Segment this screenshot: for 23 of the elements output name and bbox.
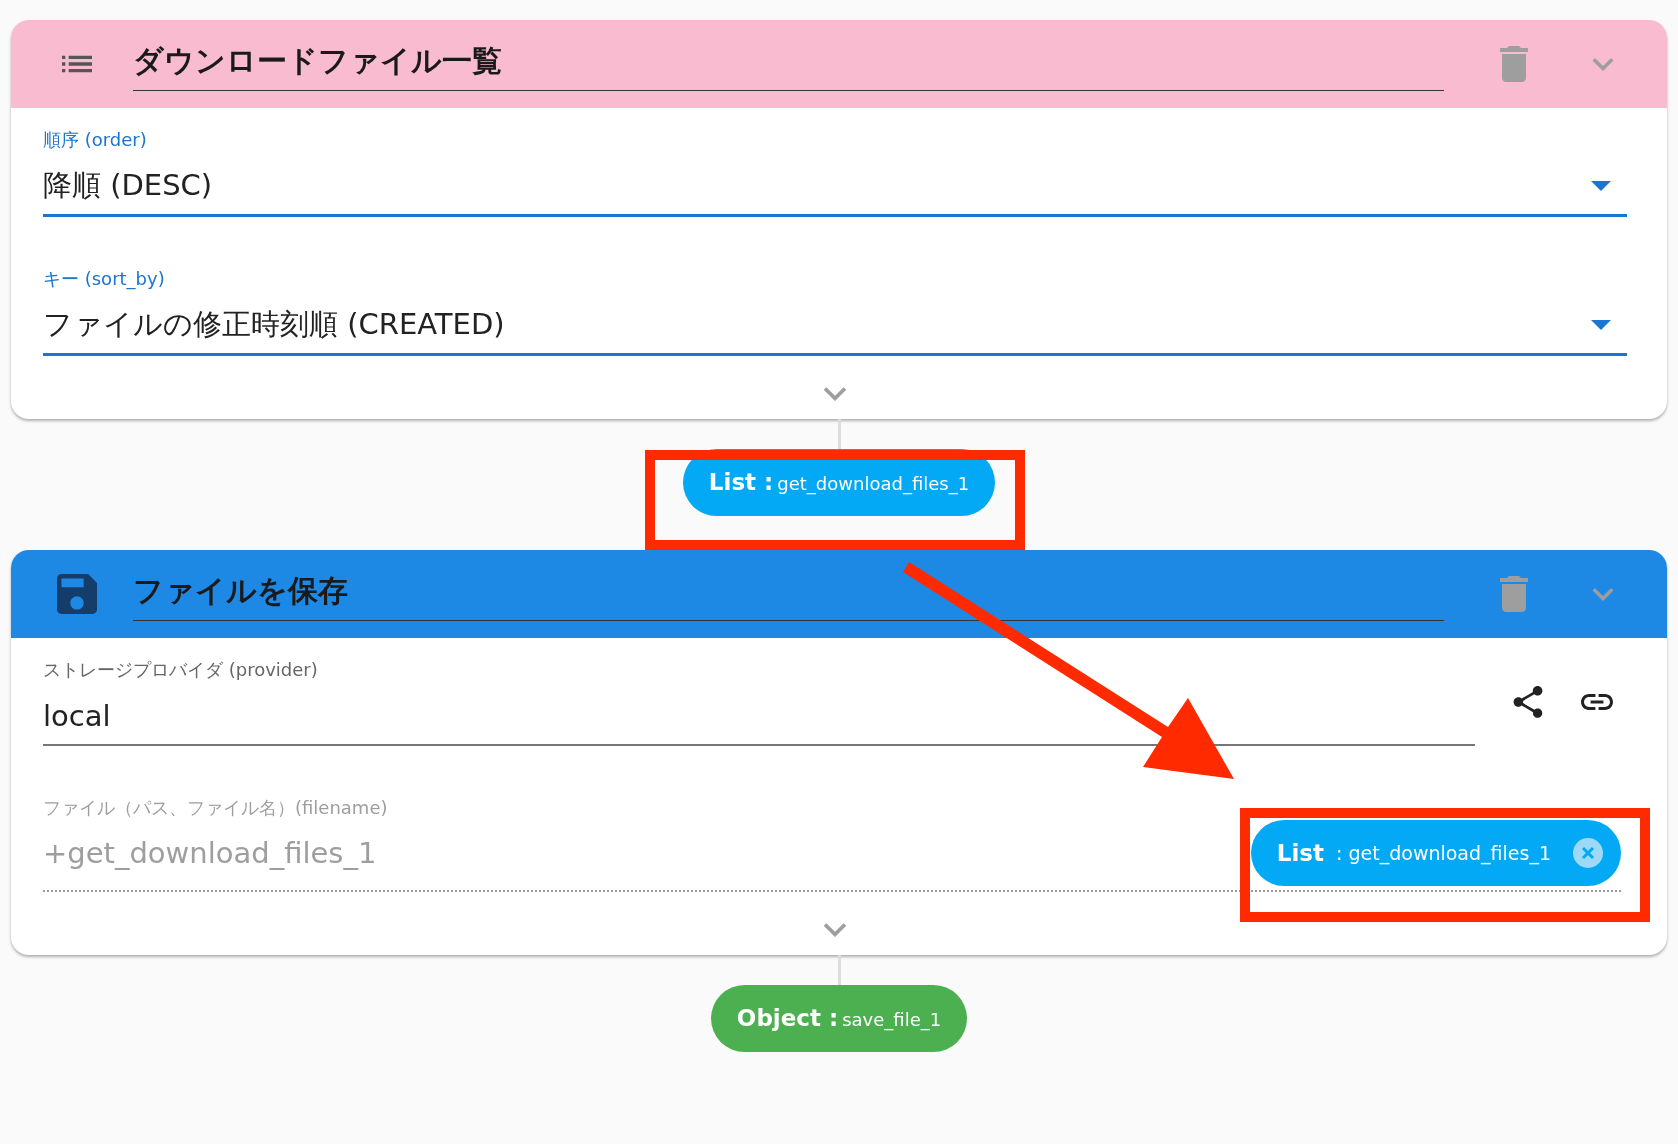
- chevron-down-icon[interactable]: [1592, 57, 1614, 71]
- chevron-down-icon[interactable]: [1592, 587, 1614, 601]
- field-label: 順序 (order): [43, 128, 148, 152]
- link-icon[interactable]: [1581, 694, 1613, 710]
- chip-name: : get_download_files_1: [1336, 842, 1551, 864]
- variable-chip[interactable]: List : get_download_files_1: [1250, 820, 1621, 886]
- select-field[interactable]: キー (sort_by) ファイルの修正時刻順 (CREATED): [43, 267, 1627, 356]
- chevron-down-icon[interactable]: [823, 922, 847, 937]
- field-label: ストレージプロバイダ (provider): [43, 658, 319, 682]
- delete-icon[interactable]: [1500, 46, 1528, 82]
- chip-type: List: [1276, 840, 1325, 866]
- close-icon[interactable]: [1573, 838, 1603, 868]
- dropdown-arrow-icon: [1591, 320, 1611, 330]
- dropdown-arrow-icon: [1591, 181, 1611, 191]
- card-title[interactable]: ダウンロードファイル一覧: [133, 41, 1444, 91]
- share-icon[interactable]: [1513, 686, 1543, 718]
- field-label: キー (sort_by): [43, 267, 166, 291]
- delete-icon[interactable]: [1500, 576, 1528, 612]
- chevron-down-icon[interactable]: [823, 386, 847, 401]
- field-label: ファイル（パス、ファイル名）(filename): [43, 796, 389, 820]
- select-field[interactable]: 順序 (order) 降順 (DESC): [43, 128, 1627, 217]
- output-chip[interactable]: Object : save_file_1: [710, 985, 968, 1052]
- chip-input-field[interactable]: ファイル（パス、ファイル名）(filename) +get_download_files_1 List : get_download_files_1: [43, 796, 1621, 892]
